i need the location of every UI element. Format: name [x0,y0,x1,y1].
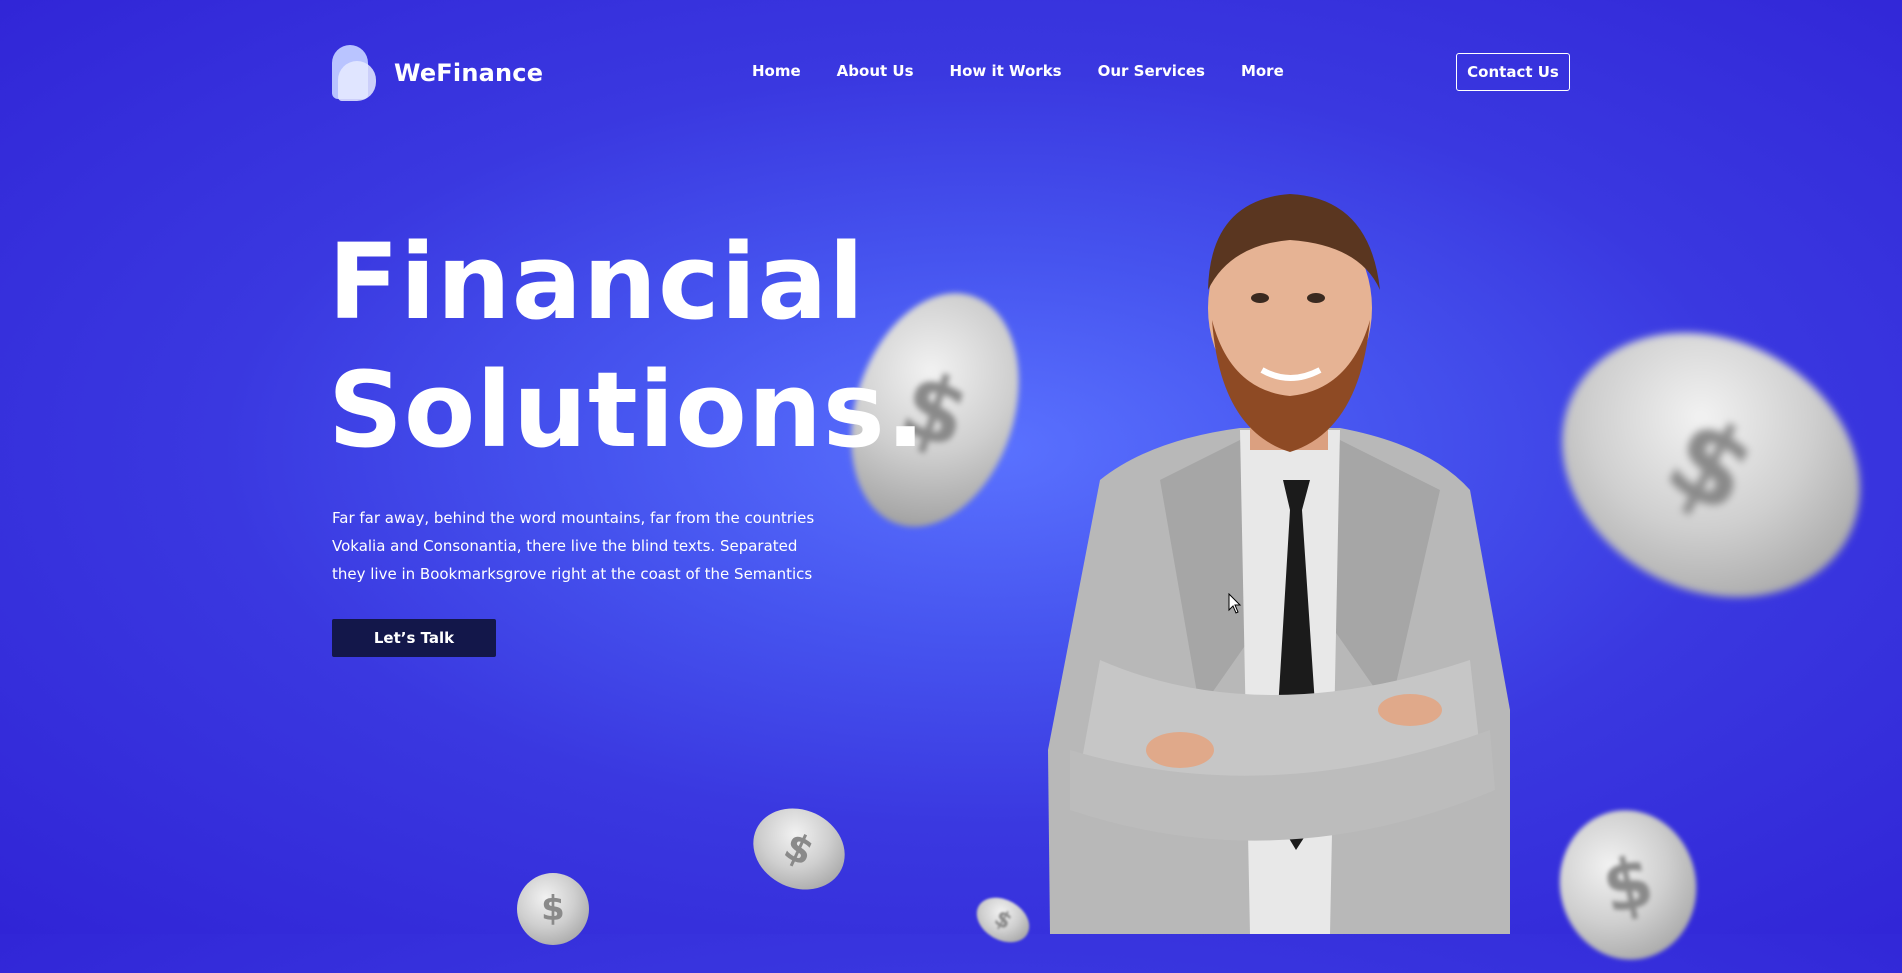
lets-talk-button[interactable]: Let’s Talk [332,619,496,657]
site-header: WeFinance Home About Us How it Works Our… [332,44,1572,104]
coin-image-small-bottom: $ [739,793,859,905]
nav-our-services[interactable]: Our Services [1098,62,1205,80]
nav-how-it-works[interactable]: How it Works [950,62,1062,80]
coin-image-edge-bottom: $ [968,888,1038,952]
nav-more[interactable]: More [1241,62,1284,80]
coin-symbol: $ [541,889,565,929]
brand-logo[interactable]: WeFinance [332,44,543,102]
hero-title-line-1: Financial [328,221,866,343]
mouse-cursor-icon [1228,593,1242,614]
businessman-image [1048,194,1510,934]
logo-icon [332,45,378,101]
contact-us-button[interactable]: Contact Us [1456,53,1570,91]
coin-symbol: $ [990,905,1016,935]
nav-about-us[interactable]: About Us [837,62,914,80]
brand-name: WeFinance [394,59,544,87]
coin-symbol: $ [1647,390,1775,540]
main-nav: Home About Us How it Works Our Services … [752,62,1284,80]
hero-title: Financial Solutions. [328,218,926,474]
coin-image-tiny-bottom: $ [517,873,589,945]
nav-home[interactable]: Home [752,62,801,80]
coin-symbol: $ [1595,839,1661,931]
coin-symbol: $ [777,823,821,875]
hero-description: Far far away, behind the word mountains,… [332,509,815,583]
hero-title-line-2: Solutions. [328,349,927,471]
coin-image-bottom-right: $ [1545,797,1711,973]
coin-image-large-right: $ [1515,281,1902,649]
